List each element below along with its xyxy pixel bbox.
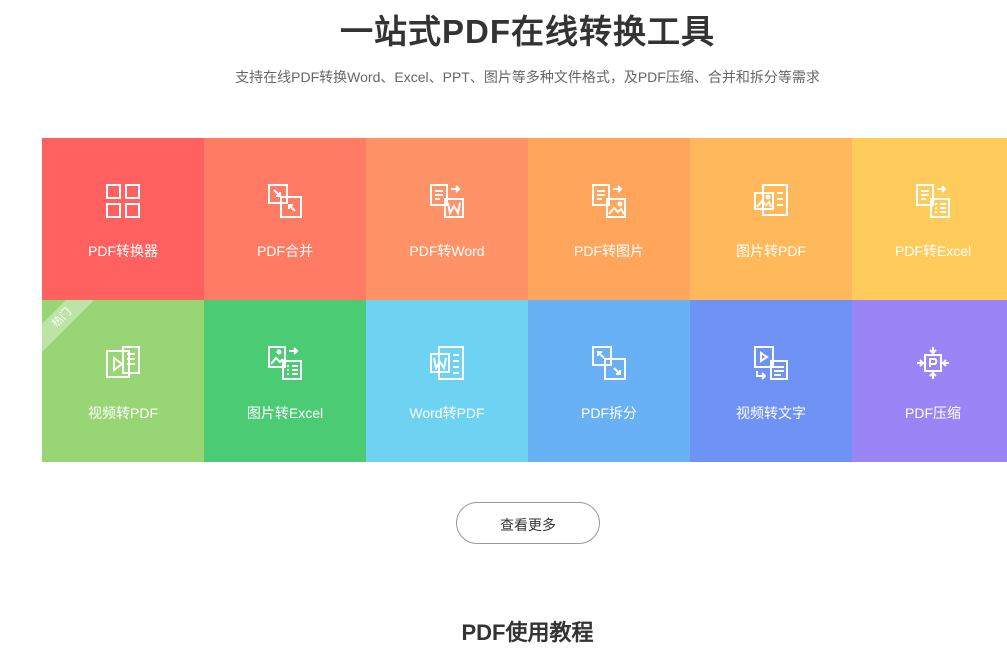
tool-tile-image-to-pdf[interactable]: 图片转PDF xyxy=(690,138,852,300)
hot-badge: 热门 xyxy=(42,300,105,361)
tool-tile-image-to-excel[interactable]: 图片转Excel xyxy=(204,300,366,462)
word-to-pdf-icon xyxy=(429,345,465,381)
tool-tile-pdf-merge[interactable]: PDF合并 xyxy=(204,138,366,300)
tool-tile-pdf-compress[interactable]: PDF压缩 xyxy=(852,300,1007,462)
pdf-to-word-icon xyxy=(429,183,465,219)
compress-icon xyxy=(915,345,951,381)
tool-tile-pdf-to-excel[interactable]: PDF转Excel xyxy=(852,138,1007,300)
video-to-pdf-icon xyxy=(105,345,141,381)
tool-tile-video-to-text[interactable]: 视频转文字 xyxy=(690,300,852,462)
tool-label: 图片转PDF xyxy=(736,243,806,259)
tool-tile-word-to-pdf[interactable]: Word转PDF xyxy=(366,300,528,462)
tool-label: Word转PDF xyxy=(409,405,485,421)
tool-tile-pdf-to-image[interactable]: PDF转图片 xyxy=(528,138,690,300)
tool-grid: PDF转换器 PDF合并 PDF转Word PDF转图片 图片转PDF PDF转… xyxy=(42,138,1007,462)
page-title: 一站式PDF在线转换工具 xyxy=(340,13,715,50)
tool-label: PDF转Word xyxy=(409,243,485,259)
view-more-button[interactable]: 查看更多 xyxy=(456,502,600,544)
split-icon xyxy=(591,345,627,381)
tool-label: PDF压缩 xyxy=(905,405,961,421)
tool-tile-pdf-to-word[interactable]: PDF转Word xyxy=(366,138,528,300)
section-title: PDF使用教程 xyxy=(461,620,594,645)
tool-label: PDF合并 xyxy=(257,243,313,259)
page-subtitle: 支持在线PDF转换Word、Excel、PPT、图片等多种文件格式，及PDF压缩… xyxy=(235,69,820,85)
grid-icon xyxy=(105,183,141,219)
tool-tile-video-to-pdf[interactable]: 热门 视频转PDF xyxy=(42,300,204,462)
tool-label: 视频转文字 xyxy=(736,405,806,421)
video-to-text-icon xyxy=(753,345,789,381)
tool-label: PDF转图片 xyxy=(574,243,644,259)
image-to-excel-icon xyxy=(267,345,303,381)
tool-label: 视频转PDF xyxy=(88,405,158,421)
image-to-pdf-icon xyxy=(753,183,789,219)
merge-icon xyxy=(267,183,303,219)
tool-label: PDF转换器 xyxy=(88,243,158,259)
tool-label: PDF拆分 xyxy=(581,405,637,421)
tool-label: PDF转Excel xyxy=(894,243,972,259)
tool-label: 图片转Excel xyxy=(246,405,324,421)
pdf-to-image-icon xyxy=(591,183,627,219)
tool-tile-pdf-split[interactable]: PDF拆分 xyxy=(528,300,690,462)
pdf-to-excel-icon xyxy=(915,183,951,219)
tool-tile-pdf-converter[interactable]: PDF转换器 xyxy=(42,138,204,300)
